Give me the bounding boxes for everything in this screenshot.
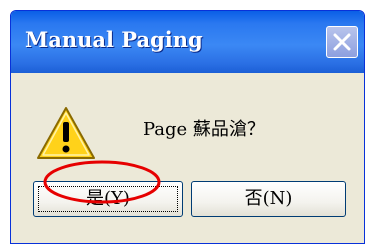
- message-text: Page 蘇品滄？: [143, 119, 265, 140]
- yes-button[interactable]: 是(Y): [33, 181, 183, 217]
- manual-paging-dialog: Manual Paging Page 蘇品滄？ 是(Y) 否(N): [10, 10, 365, 244]
- no-button[interactable]: 否(N): [191, 181, 346, 217]
- dialog-body: Page 蘇品滄？ 是(Y) 否(N): [11, 73, 364, 243]
- title-bar[interactable]: Manual Paging: [11, 11, 364, 73]
- close-button[interactable]: [326, 26, 358, 58]
- yes-button-label: 是(Y): [86, 188, 130, 209]
- dialog-title: Manual Paging: [25, 27, 203, 52]
- no-button-label: 否(N): [244, 188, 293, 209]
- close-icon: [333, 33, 351, 51]
- warning-icon: [37, 107, 95, 159]
